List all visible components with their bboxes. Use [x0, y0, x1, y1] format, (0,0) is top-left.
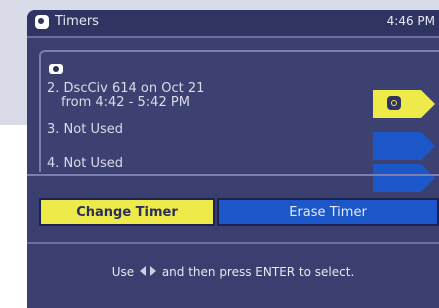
erase-timer-button[interactable]: Erase Timer [217, 198, 439, 226]
timer-list: 2. DscCiv 614 on Oct 21 from 4:42 - 5:42… [39, 50, 439, 192]
page-title: Timers [55, 14, 99, 29]
timer-item-2[interactable]: 2. DscCiv 614 on Oct 21 from 4:42 - 5:42… [47, 82, 204, 110]
title-bar: Timers 4:46 PM [27, 10, 439, 38]
tv-screen: Timers 4:46 PM 2. DscCiv 614 on Oct 21 f… [27, 10, 439, 308]
timer-indicator[interactable] [373, 132, 435, 160]
clock-icon [387, 96, 401, 110]
timer-icon [49, 64, 63, 74]
left-right-arrows-icon [139, 265, 156, 277]
help-text: Use and then press ENTER to select. [27, 264, 439, 279]
timer-item-label: 4. Not Used [47, 156, 123, 171]
timer-item-3[interactable]: 3. Not Used [47, 123, 123, 137]
clock-time: 4:46 PM [386, 14, 435, 28]
timer-indicator-selected[interactable] [373, 90, 435, 118]
timer-item-4[interactable]: 4. Not Used [47, 157, 123, 171]
timer-icon [35, 15, 49, 29]
help-text-after: and then press ENTER to select. [161, 265, 355, 279]
change-timer-button[interactable]: Change Timer [39, 198, 215, 226]
timer-indicator[interactable] [373, 164, 435, 192]
divider [27, 242, 439, 244]
timer-item-time: from 4:42 - 5:42 PM [61, 95, 190, 110]
divider [27, 174, 439, 176]
help-text-before: Use [111, 265, 135, 279]
timer-item-label: 2. DscCiv 614 on Oct 21 [47, 81, 205, 96]
timer-item-label: 3. Not Used [47, 122, 123, 137]
